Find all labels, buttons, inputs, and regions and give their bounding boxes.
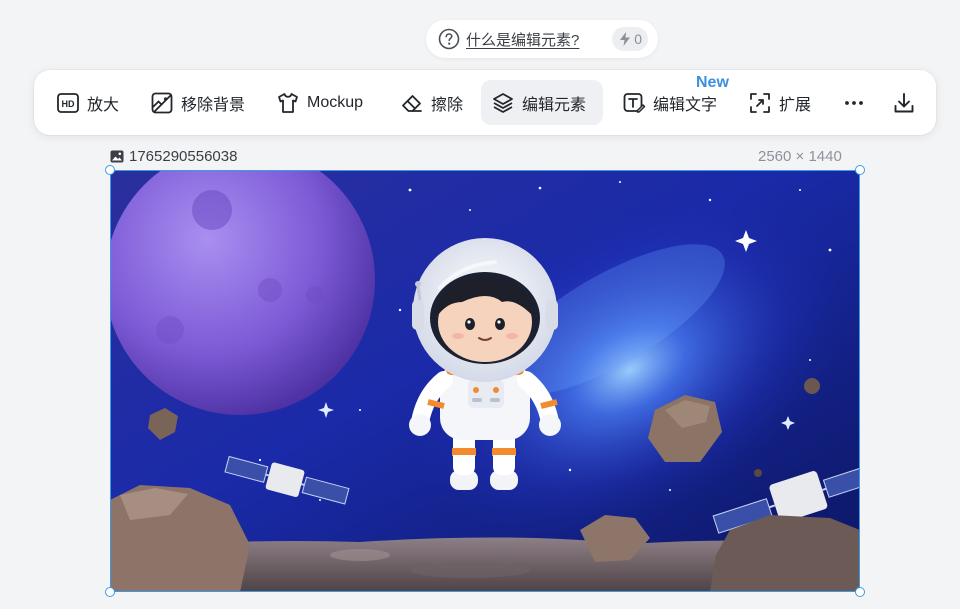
help-pill[interactable]: 什么是编辑元素? 0 xyxy=(426,20,658,58)
image-icon xyxy=(110,150,124,163)
credit-count: 0 xyxy=(634,31,642,47)
resize-handle-bottom-right[interactable] xyxy=(855,587,865,597)
image-dimensions: 2560 × 1440 xyxy=(758,148,842,165)
help-link[interactable]: 什么是编辑元素? xyxy=(466,29,579,50)
question-circle-icon xyxy=(438,28,460,50)
remove-background-button[interactable]: 移除背景 xyxy=(140,80,255,125)
edit-text-label: 编辑文字 xyxy=(653,96,718,114)
new-badge: New xyxy=(696,74,729,91)
astronaut-illustration xyxy=(110,170,860,592)
erase-label: 擦除 xyxy=(431,96,464,114)
download-icon xyxy=(892,91,916,115)
expand-label: 扩展 xyxy=(779,96,812,114)
edit-elements-button[interactable]: 编辑元素 xyxy=(481,80,603,125)
more-icon xyxy=(842,91,866,115)
upscale-button[interactable]: HD 放大 xyxy=(46,80,129,125)
upscale-label: 放大 xyxy=(87,96,120,114)
eraser-icon xyxy=(400,91,424,115)
mockup-button[interactable]: Mockup xyxy=(266,80,373,125)
svg-text:HD: HD xyxy=(62,99,75,109)
image-canvas[interactable] xyxy=(110,170,860,592)
resize-handle-bottom-left[interactable] xyxy=(105,587,115,597)
credit-badge: 0 xyxy=(612,27,648,51)
lightning-icon xyxy=(620,32,631,46)
image-name: 1765290556038 xyxy=(129,148,238,165)
remove-background-icon xyxy=(150,91,174,115)
expand-icon xyxy=(748,91,772,115)
edit-elements-label: 编辑元素 xyxy=(522,96,587,114)
image-toolbar: HD 放大 移除背景 Mockup 擦除 编辑元素 编辑文字 New 扩展 xyxy=(34,70,936,135)
mockup-label: Mockup xyxy=(307,93,364,111)
text-edit-icon xyxy=(622,91,646,115)
resize-handle-top-right[interactable] xyxy=(855,165,865,175)
layers-icon xyxy=(491,91,515,115)
hd-icon: HD xyxy=(56,91,80,115)
resize-handle-top-left[interactable] xyxy=(105,165,115,175)
expand-button[interactable]: 扩展 xyxy=(738,80,821,125)
tshirt-icon xyxy=(276,91,300,115)
more-button[interactable] xyxy=(834,80,874,125)
image-filename: 1765290556038 xyxy=(110,148,237,165)
download-button[interactable] xyxy=(884,80,924,125)
remove-background-label: 移除背景 xyxy=(181,96,246,114)
erase-button[interactable]: 擦除 xyxy=(390,80,473,125)
